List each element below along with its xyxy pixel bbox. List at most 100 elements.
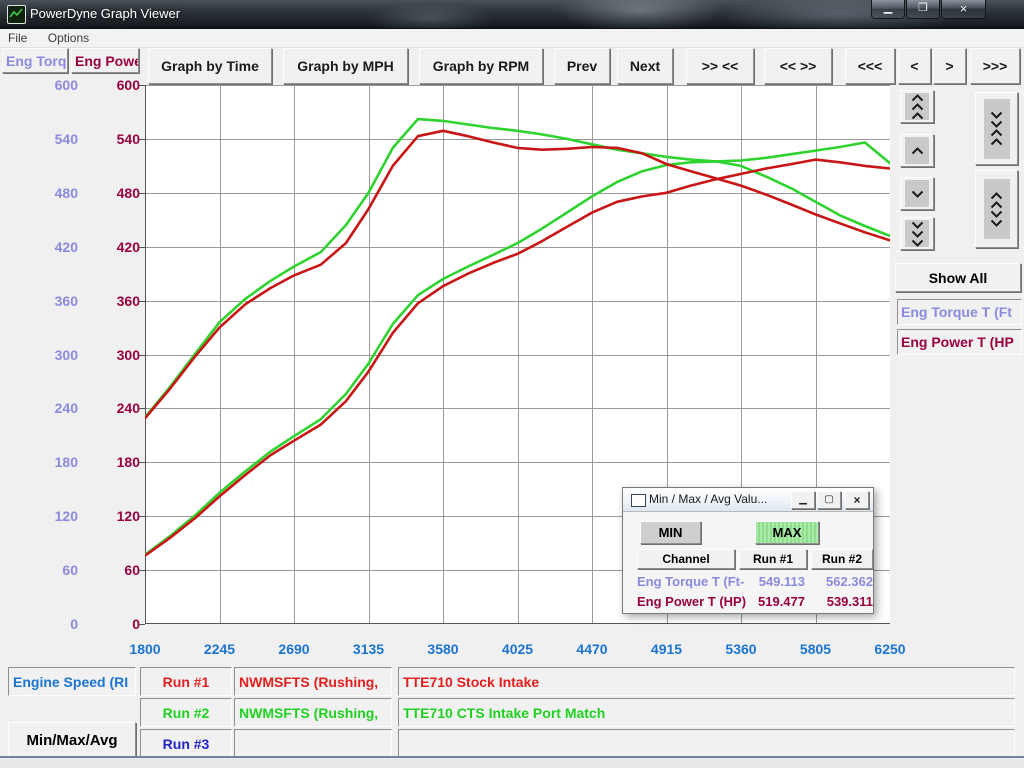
y-axis-torque-tick: 360 <box>30 292 78 310</box>
minmax-header-run2[interactable]: Run #2 <box>811 549 873 569</box>
y-axis-torque-tick: 60 <box>30 561 78 579</box>
prev-button[interactable]: Prev <box>554 48 610 84</box>
chevron-up-icon <box>905 137 929 164</box>
minimize-button[interactable]: ▁ <box>871 0 905 19</box>
graph-by-rpm-button[interactable]: Graph by RPM <box>419 48 543 84</box>
pan-up-fast-button[interactable] <box>900 90 934 123</box>
minmax-close-button[interactable]: × <box>845 491 869 509</box>
minmax-window-icon <box>631 494 646 507</box>
y-axis-torque-tick: 240 <box>30 399 78 417</box>
run-desc-box-3[interactable] <box>398 729 1015 758</box>
pan-far-left-button[interactable]: <<< <box>845 48 895 84</box>
title-bar[interactable]: PowerDyne Graph Viewer ▁ ❐ × <box>0 0 1024 29</box>
x-axis-tick: 1800 <box>110 640 180 658</box>
run-label-box-1[interactable]: Run #1 <box>140 667 232 696</box>
restore-button[interactable]: ❐ <box>906 0 940 19</box>
window-title: PowerDyne Graph Viewer <box>30 6 180 21</box>
triple-chevron-up-icon <box>905 93 929 120</box>
y-axis-torque-tick: 0 <box>30 615 78 633</box>
chevron-up-icon <box>910 94 925 102</box>
minmax-header-run1[interactable]: Run #1 <box>739 549 807 569</box>
x-axis-tick: 3135 <box>334 640 404 658</box>
pan-left-button[interactable]: < <box>898 48 931 84</box>
minmax-window-title: Min / Max / Avg Valu... <box>649 492 767 506</box>
channel-button-torque[interactable]: Eng Torq <box>2 48 68 73</box>
y-axis-tick-mark <box>139 624 145 625</box>
minimize-icon: ▁ <box>799 494 807 505</box>
chevron-up-icon <box>910 147 925 155</box>
show-all-button[interactable]: Show All <box>895 263 1021 292</box>
chevron-up-icon <box>910 112 925 120</box>
chevron-up-icon <box>989 201 1004 209</box>
x-axis-tick: 4470 <box>557 640 627 658</box>
zoom-out-y-button[interactable] <box>975 170 1018 248</box>
run-desc-box-1[interactable]: TTE710 Stock Intake <box>398 667 1015 696</box>
y-axis-torque-tick: 120 <box>30 507 78 525</box>
next-button[interactable]: Next <box>617 48 673 84</box>
pan-down-button[interactable] <box>900 177 934 210</box>
series-1-curve <box>145 131 890 419</box>
min-button[interactable]: MIN <box>640 521 701 544</box>
graph-by-mph-button[interactable]: Graph by MPH <box>283 48 408 84</box>
chevron-down-icon <box>910 190 925 198</box>
minmax-row-power-label: Eng Power T (HP) <box>637 594 746 609</box>
legend-eng-torque[interactable]: Eng Torque T (Ft <box>897 299 1022 325</box>
zoom-in-x-button[interactable]: >> << <box>686 48 754 84</box>
minmax-minimize-button[interactable]: ▁ <box>791 491 815 509</box>
minmax-avg-button[interactable]: Min/Max/Avg <box>8 722 136 758</box>
y-axis-power-tick: 60 <box>88 561 140 579</box>
zoom-in-y-button[interactable] <box>975 92 1018 165</box>
zoom-out-x-button[interactable]: << >> <box>764 48 832 84</box>
y-axis-power-tick: 540 <box>88 130 140 148</box>
chevron-down-icon <box>989 120 1004 128</box>
minmax-window-titlebar[interactable]: Min / Max / Avg Valu... ▁ ▢ × <box>623 488 873 512</box>
run-file-box-1[interactable]: NWMSFTS (Rushing, <box>234 667 392 696</box>
run-label-box-3[interactable]: Run #3 <box>140 729 232 758</box>
minmax-maximize-button[interactable]: ▢ <box>817 491 841 509</box>
series-2-curve <box>145 119 890 417</box>
menu-bar: File Options <box>0 29 1024 48</box>
minmax-torque-run2-value: 562.362 <box>809 574 873 589</box>
menu-options[interactable]: Options <box>40 30 97 46</box>
minmax-torque-run1-value: 549.113 <box>741 574 805 589</box>
chevron-down-icon <box>989 219 1004 227</box>
chevron-down-icon <box>910 230 925 238</box>
run-file-box-3[interactable] <box>234 729 392 758</box>
pan-down-fast-button[interactable] <box>900 217 934 250</box>
minmax-power-run1-value: 519.477 <box>741 594 805 609</box>
channel-button-power[interactable]: Eng Powe <box>71 48 139 73</box>
chevron-up-icon <box>910 103 925 111</box>
y-axis-power-tick: 600 <box>88 76 140 94</box>
y-axis-torque-tick: 180 <box>30 453 78 471</box>
menu-file[interactable]: File <box>0 30 35 46</box>
window-bottom-frame <box>0 756 1024 768</box>
y-axis-power-tick: 180 <box>88 453 140 471</box>
run-desc-box-2[interactable]: TTE710 CTS Intake Port Match <box>398 698 1015 727</box>
pan-far-right-button[interactable]: >>> <box>970 48 1020 84</box>
max-button[interactable]: MAX <box>755 521 819 544</box>
minmax-header-channel[interactable]: Channel <box>637 549 735 569</box>
legend-eng-power[interactable]: Eng Power T (HP <box>897 329 1022 355</box>
close-icon: × <box>960 1 968 16</box>
pan-up-button[interactable] <box>900 134 934 167</box>
chevrons-expand-vertical-icon <box>984 179 1010 239</box>
x-axis-tick: 5805 <box>781 640 851 658</box>
chevron-up-icon <box>989 192 1004 200</box>
chevron-down-icon <box>910 221 925 229</box>
pan-right-button[interactable]: > <box>933 48 966 84</box>
graph-by-time-button[interactable]: Graph by Time <box>148 48 272 84</box>
y-axis-power-tick: 360 <box>88 292 140 310</box>
run-file-box-2[interactable]: NWMSFTS (Rushing, <box>234 698 392 727</box>
y-axis-torque-tick: 600 <box>30 76 78 94</box>
x-channel-box[interactable]: Engine Speed (RI <box>8 667 136 696</box>
run-label-box-2[interactable]: Run #2 <box>140 698 232 727</box>
x-axis-tick: 2690 <box>259 640 329 658</box>
x-axis-tick: 2245 <box>185 640 255 658</box>
y-axis-power-tick: 480 <box>88 184 140 202</box>
restore-icon: ❐ <box>918 2 928 14</box>
chevrons-collapse-vertical-icon <box>984 99 1010 159</box>
chevron-down-icon <box>910 239 925 247</box>
close-button[interactable]: × <box>941 0 986 19</box>
triple-chevron-down-icon <box>905 220 929 247</box>
x-axis-tick: 6250 <box>855 640 925 658</box>
